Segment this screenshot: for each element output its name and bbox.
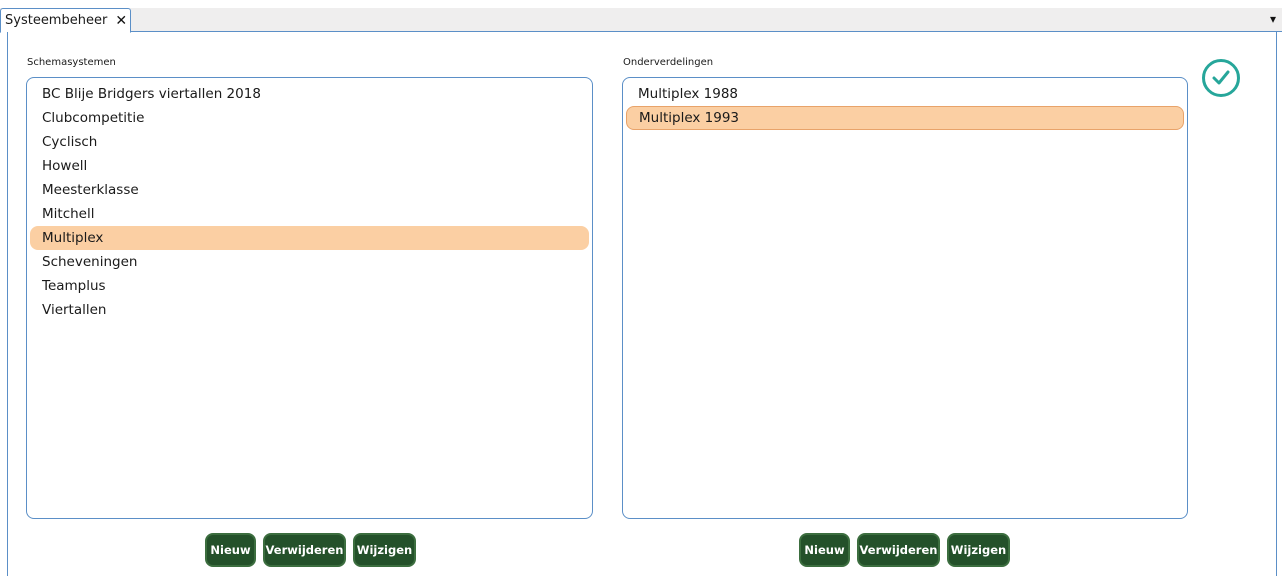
delete-schema-button[interactable]: Verwijderen — [263, 533, 346, 567]
list-item[interactable]: Howell — [30, 154, 589, 178]
dropdown-arrow-icon[interactable]: ▾ — [1270, 12, 1276, 26]
schemasystemen-label: Schemasystemen — [27, 57, 116, 68]
list-item[interactable]: Teamplus — [30, 274, 589, 298]
list-item-selected[interactable]: Multiplex 1993 — [626, 106, 1184, 130]
new-subdivision-button[interactable]: Nieuw — [799, 533, 850, 567]
list-item[interactable]: Multiplex 1988 — [626, 82, 1184, 106]
list-item[interactable]: Mitchell — [30, 202, 589, 226]
delete-subdivision-button[interactable]: Verwijderen — [857, 533, 940, 567]
tab-title: Systeembeheer — [5, 13, 108, 28]
edit-schema-button[interactable]: Wijzigen — [353, 533, 416, 567]
onderverdelingen-list[interactable]: Multiplex 1988 Multiplex 1993 — [622, 77, 1188, 519]
list-item[interactable]: Viertallen — [30, 298, 589, 322]
onderverdelingen-label: Onderverdelingen — [623, 57, 714, 68]
confirm-button[interactable] — [1202, 59, 1240, 97]
list-item[interactable]: Scheveningen — [30, 250, 589, 274]
list-item[interactable]: Cyclisch — [30, 130, 589, 154]
tab-bar: Systeembeheer ✕ ▾ — [0, 8, 1282, 33]
close-icon[interactable]: ✕ — [115, 14, 127, 28]
list-item[interactable]: BC Blije Bridgers viertallen 2018 — [30, 82, 589, 106]
list-item-selected[interactable]: Multiplex — [30, 226, 589, 250]
list-item[interactable]: Meesterklasse — [30, 178, 589, 202]
new-schema-button[interactable]: Nieuw — [205, 533, 256, 567]
right-button-row: Nieuw Verwijderen Wijzigen — [799, 533, 1010, 567]
edit-subdivision-button[interactable]: Wijzigen — [947, 533, 1010, 567]
list-item[interactable]: Clubcompetitie — [30, 106, 589, 130]
left-button-row: Nieuw Verwijderen Wijzigen — [205, 533, 416, 567]
tab-systeembeheer[interactable]: Systeembeheer ✕ — [0, 8, 131, 33]
checkmark-circle-icon — [1212, 70, 1230, 85]
schemasystemen-list[interactable]: BC Blije Bridgers viertallen 2018 Clubco… — [26, 77, 593, 519]
